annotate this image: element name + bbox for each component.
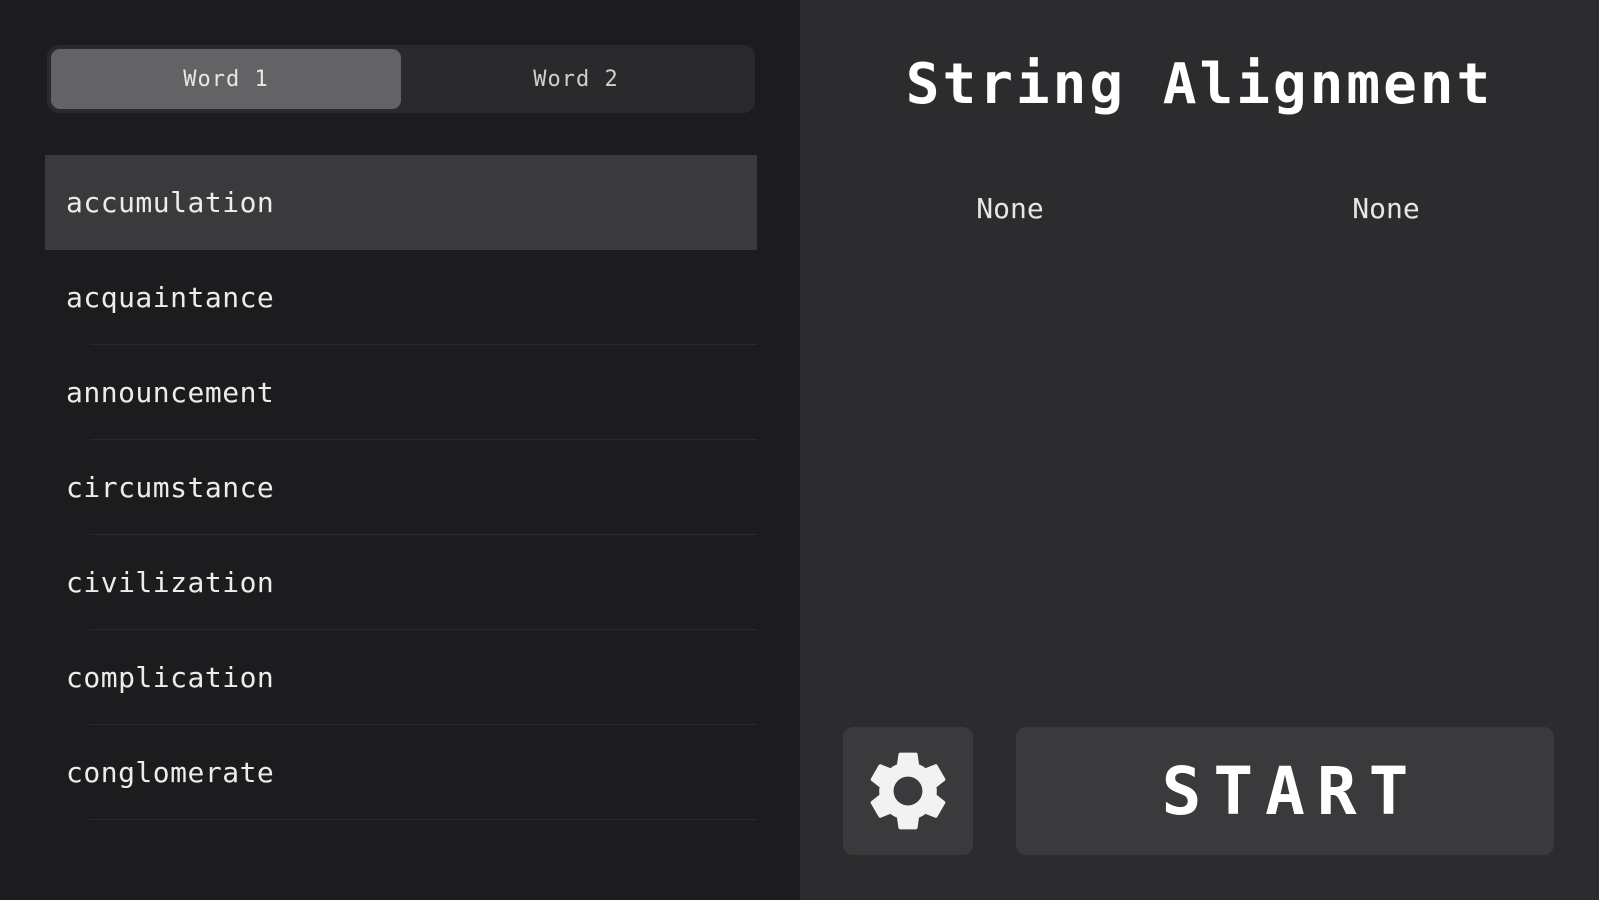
word-list-item[interactable]: conglomerate [45,725,757,820]
word-selection-panel: Word 1 Word 2 accumulation acquaintance … [0,0,800,900]
start-button[interactable]: START [1016,727,1554,855]
tab-word-1[interactable]: Word 1 [51,49,401,109]
word-list-item[interactable]: civilization [45,535,757,630]
word-list: accumulation acquaintance announcement c… [45,155,757,820]
word-list-item[interactable]: announcement [45,345,757,440]
page-title: String Alignment [905,52,1494,117]
app-window: Word 1 Word 2 accumulation acquaintance … [0,0,1599,900]
word-list-item[interactable]: accumulation [45,155,757,250]
gear-icon [870,752,946,830]
word-2-value: None [1352,192,1420,225]
settings-button[interactable] [843,727,973,855]
word-1-value: None [976,192,1044,225]
word-list-item[interactable]: acquaintance [45,250,757,345]
word-tab-selector: Word 1 Word 2 [47,45,755,113]
word-list-item[interactable]: circumstance [45,440,757,535]
word-list-item[interactable]: complication [45,630,757,725]
tab-word-2[interactable]: Word 2 [401,49,751,109]
